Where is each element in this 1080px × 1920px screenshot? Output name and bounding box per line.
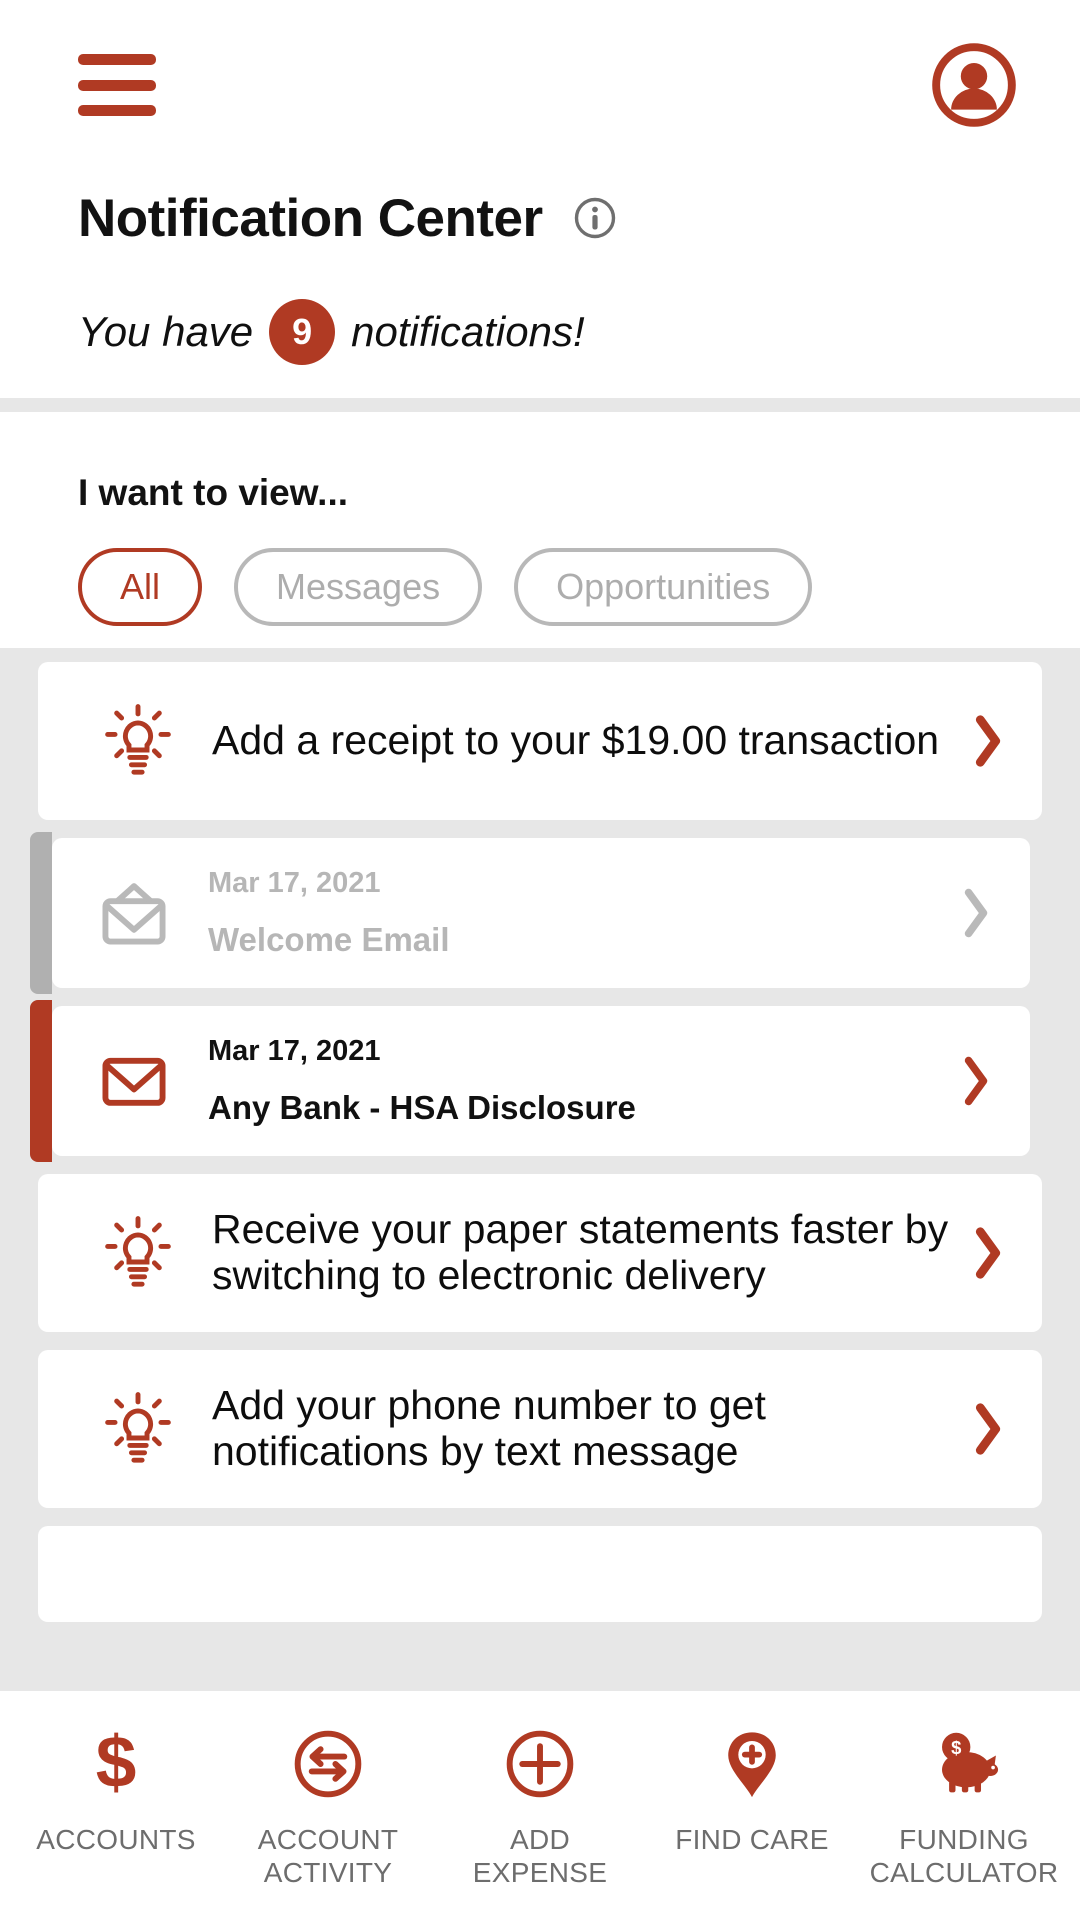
hamburger-bar (78, 79, 156, 91)
lightbulb-icon (90, 1205, 186, 1301)
envelope-open-icon (86, 865, 182, 961)
user-avatar-icon[interactable] (930, 41, 1018, 129)
nav-label-accounts: ACCOUNTS (36, 1824, 196, 1855)
piggy-bank-icon: $ (925, 1725, 1003, 1803)
message-date: Mar 17, 2021 (208, 866, 381, 899)
opportunity-text: Add a receipt to your $19.00 transaction (212, 717, 940, 764)
nav-label-account-activity: ACCOUNT ACTIVITY (257, 1824, 399, 1889)
notification-card-message-unread[interactable]: Mar 17, 2021 Any Bank - HSA Disclosure (30, 1000, 1030, 1162)
chevron-right-icon[interactable] (956, 881, 996, 945)
svg-text:$: $ (951, 1737, 961, 1758)
map-pin-medical-icon (713, 1725, 791, 1803)
nav-item-add-expense[interactable]: ADD EXPENSE (445, 1725, 635, 1889)
notification-card-body: Add a receipt to your $19.00 transaction (186, 717, 968, 764)
notification-card-opportunity[interactable]: Add your phone number to get notificatio… (38, 1350, 1042, 1508)
notification-card-body: Mar 17, 2021 Welcome Email (182, 866, 956, 958)
svg-text:$: $ (96, 1726, 137, 1802)
notification-card-body: Receive your paper statements faster by … (186, 1206, 968, 1299)
notification-list[interactable]: Add a receipt to your $19.00 transaction (0, 648, 1080, 1688)
section-divider (0, 398, 1080, 412)
notification-count-badge: 9 (269, 299, 336, 365)
notification-card-opportunity[interactable]: Receive your paper statements faster by … (38, 1174, 1042, 1332)
nav-item-account-activity[interactable]: ACCOUNT ACTIVITY (233, 1725, 423, 1889)
message-subject: Any Bank - HSA Disclosure (208, 1088, 636, 1126)
nav-label-find-care: FIND CARE (675, 1824, 829, 1855)
chevron-right-icon[interactable] (968, 709, 1008, 773)
nav-item-find-care[interactable]: FIND CARE (657, 1725, 847, 1856)
page-title: Notification Center (78, 188, 543, 248)
filter-pill-opportunities[interactable]: Opportunities (514, 548, 813, 626)
filter-section-label: I want to view... (78, 472, 349, 513)
hamburger-bar (78, 54, 156, 65)
nav-label-funding-calculator: FUNDING CALCULATOR (869, 1824, 1059, 1889)
chevron-right-icon[interactable] (956, 1049, 996, 1113)
opportunity-text: Add your phone number to get notificatio… (212, 1382, 766, 1474)
opportunity-text: Receive your paper statements faster by … (212, 1206, 949, 1298)
bottom-navigation-bar: $ ACCOUNTS ACCOUNT ACTIVITY ADD EXPENSE … (0, 1688, 1080, 1920)
page-title-row: Notification Center (0, 170, 1080, 266)
notification-summary: You have 9 notifications! (78, 299, 585, 365)
message-subject: Welcome Email (208, 920, 450, 958)
hamburger-bar (78, 105, 156, 116)
notification-card-body: Mar 17, 2021 Any Bank - HSA Disclosure (182, 1034, 956, 1126)
envelope-closed-icon (86, 1033, 182, 1129)
info-circle-icon[interactable] (573, 196, 617, 240)
notification-card-body: Add your phone number to get notificatio… (186, 1382, 968, 1475)
filter-pill-messages[interactable]: Messages (234, 548, 483, 626)
unread-status-bar (30, 1000, 52, 1162)
lightbulb-icon (90, 1381, 186, 1477)
read-status-bar (30, 832, 52, 994)
filter-pill-group: All Messages Opportunities (78, 548, 1080, 626)
dollar-sign-icon: $ (77, 1725, 155, 1803)
notification-center-screen: Notification Center You have 9 notificat… (0, 0, 1080, 1920)
lightbulb-icon (90, 693, 186, 789)
summary-prefix: You have (78, 308, 254, 355)
hamburger-menu-icon[interactable] (78, 54, 156, 116)
filter-pill-all[interactable]: All (78, 548, 203, 626)
notification-summary-row: You have 9 notifications! (0, 266, 1080, 398)
nav-item-accounts[interactable]: $ ACCOUNTS (21, 1725, 211, 1856)
notification-card-partial[interactable] (38, 1526, 1042, 1622)
nav-item-funding-calculator[interactable]: $ FUNDING CALCULATOR (869, 1725, 1059, 1889)
filter-section: I want to view... All Messages Opportuni… (0, 412, 1080, 648)
notification-card-message-read[interactable]: Mar 17, 2021 Welcome Email (30, 832, 1030, 994)
notification-card-opportunity[interactable]: Add a receipt to your $19.00 transaction (38, 662, 1042, 820)
nav-label-add-expense: ADD EXPENSE (472, 1824, 608, 1889)
transfer-arrows-icon (289, 1725, 367, 1803)
chevron-right-icon[interactable] (968, 1221, 1008, 1285)
top-app-bar (0, 0, 1080, 170)
plus-circle-icon (501, 1725, 579, 1803)
summary-suffix: notifications! (351, 308, 585, 355)
message-date: Mar 17, 2021 (208, 1034, 381, 1067)
chevron-right-icon[interactable] (968, 1397, 1008, 1461)
